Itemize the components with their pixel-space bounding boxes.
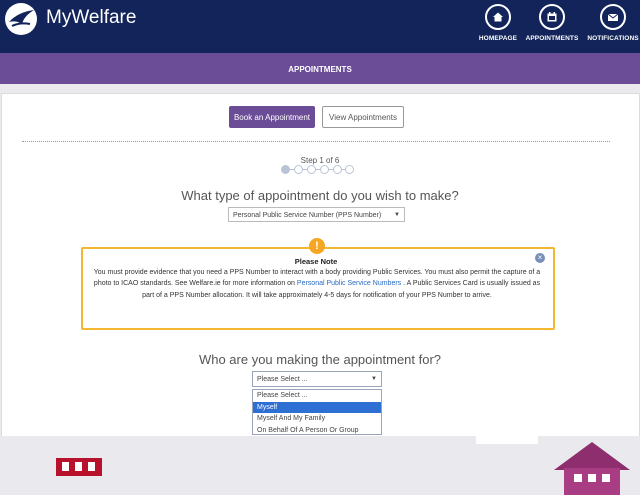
step-dot bbox=[345, 165, 354, 174]
divider bbox=[22, 141, 610, 142]
nav-notifications[interactable]: NOTIFICATIONS bbox=[586, 4, 640, 42]
section-title: APPOINTMENTS bbox=[288, 65, 352, 74]
warning-icon: ! bbox=[309, 238, 325, 254]
step-dot bbox=[333, 165, 342, 174]
calendar-icon bbox=[539, 4, 565, 30]
appointment-type-question: What type of appointment do you wish to … bbox=[181, 188, 459, 203]
pink-house-icon bbox=[554, 442, 630, 495]
nav-appointments-label: APPOINTMENTS bbox=[525, 35, 579, 42]
nav-notifications-label: NOTIFICATIONS bbox=[587, 35, 639, 42]
window bbox=[75, 462, 82, 471]
step-label: Step 1 of 6 bbox=[300, 156, 340, 165]
nav-appointments[interactable]: APPOINTMENTS bbox=[524, 4, 580, 42]
option-myself[interactable]: Myself bbox=[253, 401, 381, 413]
note-body: You must provide evidence that you need … bbox=[92, 267, 542, 301]
nav-homepage[interactable]: HOMEPAGE bbox=[478, 4, 518, 42]
appointment-for-select[interactable]: Please Select ... ▼ bbox=[252, 371, 382, 387]
view-appointments-button[interactable]: View Appointments bbox=[322, 106, 404, 128]
step-dot bbox=[294, 165, 303, 174]
appointment-for-question: Who are you making the appointment for? bbox=[198, 352, 442, 367]
appointment-for-options: Please Select ... Myself Myself And My F… bbox=[252, 389, 382, 435]
nav-homepage-label: HOMEPAGE bbox=[478, 35, 518, 42]
appointment-type-select[interactable]: Personal Public Service Number (PPS Numb… bbox=[228, 207, 405, 222]
dropdown-arrow-icon: ▼ bbox=[371, 376, 377, 382]
appointment-type-value: Personal Public Service Number (PPS Numb… bbox=[233, 212, 382, 219]
pps-info-link[interactable]: Personal Public Service Numbers bbox=[297, 280, 401, 287]
book-appointment-button[interactable]: Book an Appointment bbox=[229, 106, 315, 128]
note-title: Please Note bbox=[294, 257, 338, 266]
step-dot bbox=[281, 165, 290, 174]
section-bar: APPOINTMENTS bbox=[0, 53, 640, 84]
option-myself-and-family[interactable]: Myself And My Family bbox=[253, 413, 381, 425]
step-progress bbox=[281, 165, 354, 175]
footer-tab bbox=[476, 436, 538, 444]
window bbox=[62, 462, 69, 471]
home-icon bbox=[485, 4, 511, 30]
mywelfare-logo[interactable] bbox=[4, 2, 38, 36]
option-please-select[interactable]: Please Select ... bbox=[253, 390, 381, 402]
option-on-behalf[interactable]: On Behalf Of A Person Or Group bbox=[253, 425, 381, 435]
top-header: MyWelfare HOMEPAGE APPOINTMENTS NOTIFICA… bbox=[0, 0, 640, 53]
appointment-for-value: Please Select ... bbox=[257, 376, 308, 383]
dropdown-arrow-icon: ▼ bbox=[394, 212, 400, 218]
window bbox=[88, 462, 95, 471]
mail-icon bbox=[600, 4, 626, 30]
step-dot bbox=[320, 165, 329, 174]
brand-title[interactable]: MyWelfare bbox=[46, 7, 136, 29]
step-dot bbox=[307, 165, 316, 174]
red-building-icon bbox=[56, 458, 102, 476]
